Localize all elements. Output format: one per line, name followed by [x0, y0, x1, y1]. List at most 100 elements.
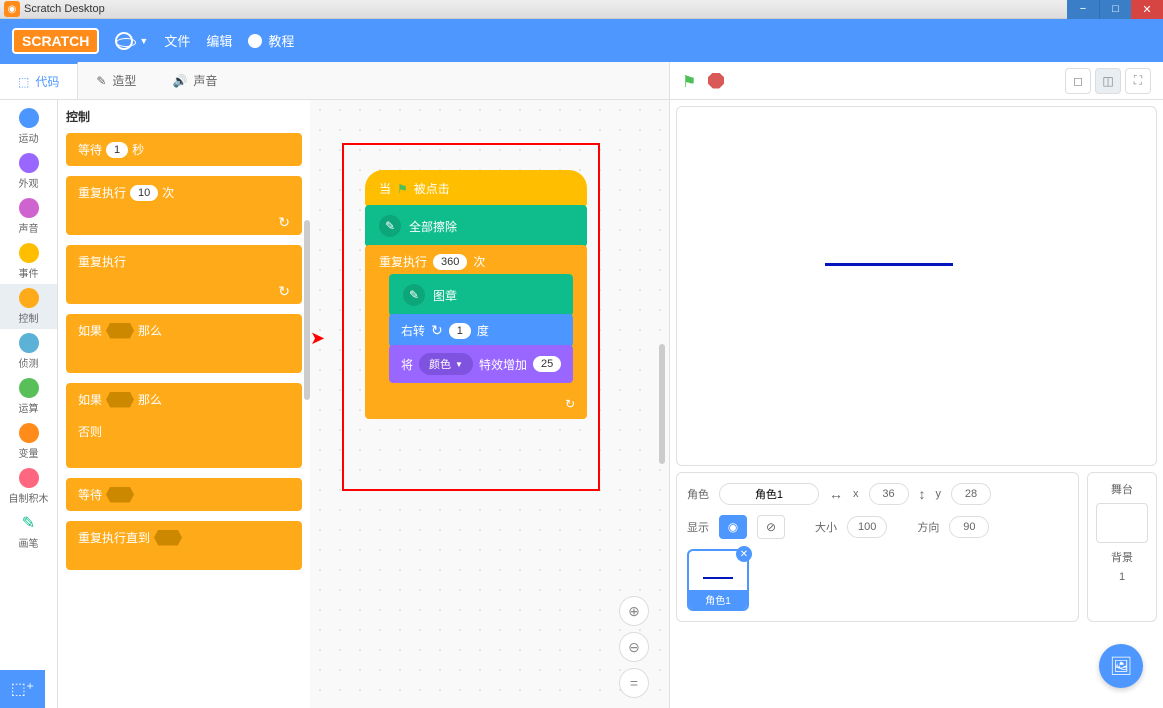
cat-variables[interactable]: 变量 — [0, 419, 57, 464]
sprite-x-input[interactable]: 36 — [869, 483, 909, 505]
script-stack[interactable]: 当 ⚑ 被点击 ✎ 全部擦除 重复执行 360 次 — [365, 170, 587, 419]
tutorials-menu[interactable]: 教程 — [248, 31, 294, 50]
window-title: Scratch Desktop — [24, 3, 105, 15]
globe-icon — [115, 32, 133, 50]
cat-control[interactable]: 控制 — [0, 284, 57, 329]
code-workspace[interactable]: ➤ 当 ⚑ 被点击 ✎ 全部擦除 重复执行 — [310, 100, 669, 708]
chevron-down-icon: ▼ — [455, 360, 463, 369]
block-waituntil[interactable]: 等待 — [66, 478, 302, 511]
block-ifelse[interactable]: 如果 那么 否则 — [66, 383, 302, 468]
menubar: SCRATCH ▼ 文件 编辑 教程 — [0, 19, 1163, 62]
code-icon: ⬚ — [18, 75, 29, 89]
block-stamp[interactable]: ✎ 图章 — [389, 274, 573, 316]
close-button[interactable]: ✕ — [1131, 0, 1163, 19]
palette-title: 控制 — [66, 108, 302, 125]
extension-icon: ⬚⁺ — [11, 679, 35, 699]
stage-fullscreen-button[interactable]: ⛶ — [1125, 68, 1151, 94]
stage-small-button[interactable]: ◻ — [1065, 68, 1091, 94]
sprite-show-button[interactable]: ◉ — [719, 515, 747, 539]
arrow-vertical-icon: ↕ — [919, 486, 926, 502]
block-change-effect[interactable]: 将 颜色 ▼ 特效增加 25 — [389, 345, 573, 383]
zoom-controls: ⊕ ⊖ = — [619, 596, 649, 698]
editor-tabs: ⬚ 代码 ✎ 造型 🔊 声音 — [0, 62, 669, 100]
cat-looks[interactable]: 外观 — [0, 149, 57, 194]
loop-arrow-icon: ↻ — [565, 397, 575, 411]
pen-icon: ✎ — [403, 284, 425, 306]
sound-icon: 🔊 — [172, 74, 187, 88]
green-flag-button[interactable]: ⚑ — [682, 72, 700, 90]
delete-sprite-button[interactable]: ✕ — [736, 546, 752, 562]
tab-sounds[interactable]: 🔊 声音 — [154, 62, 235, 99]
file-menu[interactable]: 文件 — [164, 31, 190, 50]
window-controls: − □ ✕ — [1067, 0, 1163, 19]
cat-pen[interactable]: ✎画笔 — [0, 509, 57, 554]
edit-menu[interactable]: 编辑 — [206, 31, 232, 50]
block-when-flag-clicked[interactable]: 当 ⚑ 被点击 — [365, 170, 587, 207]
annotation-arrow-icon: ➤ — [310, 328, 325, 349]
block-repeat-360[interactable]: 重复执行 360 次 ✎ 图章 右转 ↻ — [365, 245, 587, 419]
flag-icon: ⚑ — [397, 182, 408, 196]
sprite-preview — [703, 577, 733, 579]
tab-costumes[interactable]: ✎ 造型 — [78, 62, 154, 99]
sprite-size-input[interactable]: 100 — [847, 516, 887, 538]
sprites-list: ✕ 角色1 — [687, 549, 1068, 611]
titlebar: ◉ Scratch Desktop − □ ✕ — [0, 0, 1163, 19]
block-wait[interactable]: 等待 1 秒 — [66, 133, 302, 166]
stage-thumbnail[interactable] — [1096, 503, 1148, 543]
block-palette: 控制 等待 1 秒 重复执行 10 次 ↻ 重复执行 ↻ — [58, 100, 310, 708]
hex-slot[interactable] — [154, 530, 182, 546]
pen-icon: ✎ — [22, 513, 35, 533]
zoom-out-button[interactable]: ⊖ — [619, 632, 649, 662]
hex-slot[interactable] — [106, 487, 134, 503]
brush-icon: ✎ — [96, 74, 106, 88]
bulb-icon — [248, 34, 262, 48]
sprite-direction-input[interactable]: 90 — [949, 516, 989, 538]
cat-myblocks[interactable]: 自制积木 — [0, 464, 57, 509]
effect-dropdown[interactable]: 颜色 ▼ — [419, 353, 473, 375]
block-turn-right[interactable]: 右转 ↻ 1 度 — [389, 314, 573, 347]
cat-sound[interactable]: 声音 — [0, 194, 57, 239]
zoom-reset-button[interactable]: = — [619, 668, 649, 698]
arrow-horizontal-icon: ↔ — [829, 486, 843, 502]
hex-slot[interactable] — [106, 392, 134, 408]
block-erase-all[interactable]: ✎ 全部擦除 — [365, 205, 587, 247]
zoom-in-button[interactable]: ⊕ — [619, 596, 649, 626]
language-menu[interactable]: ▼ — [115, 32, 148, 50]
tab-code[interactable]: ⬚ 代码 — [0, 62, 78, 99]
scratch-logo[interactable]: SCRATCH — [12, 28, 99, 54]
add-extension-button[interactable]: ⬚⁺ — [0, 670, 45, 708]
block-categories: 运动 外观 声音 事件 控制 侦测 运算 变量 自制积木 ✎画笔 — [0, 100, 58, 708]
sprite-thumbnail[interactable]: ✕ 角色1 — [687, 549, 749, 611]
block-if[interactable]: 如果 那么 — [66, 314, 302, 373]
pen-icon: ✎ — [379, 215, 401, 237]
block-forever[interactable]: 重复执行 ↻ — [66, 245, 302, 304]
workspace-scrollbar[interactable] — [659, 344, 665, 464]
cat-sensing[interactable]: 侦测 — [0, 329, 57, 374]
stage-selector[interactable]: 舞台 背景 1 — [1087, 472, 1157, 622]
image-icon: 🖼 — [1110, 656, 1133, 677]
add-backdrop-button[interactable]: 🖼 — [1099, 644, 1143, 688]
sprite-y-input[interactable]: 28 — [951, 483, 991, 505]
sprite-on-stage[interactable] — [825, 263, 953, 266]
chevron-down-icon: ▼ — [139, 36, 148, 46]
cat-events[interactable]: 事件 — [0, 239, 57, 284]
sprite-hide-button[interactable]: ⊘ — [757, 515, 785, 539]
app-icon: ◉ — [4, 1, 20, 17]
stop-button[interactable] — [708, 73, 724, 89]
loop-arrow-icon: ↻ — [278, 214, 290, 231]
rotate-icon: ↻ — [431, 322, 443, 339]
maximize-button[interactable]: □ — [1099, 0, 1131, 19]
loop-arrow-icon: ↻ — [278, 283, 290, 300]
sprite-name-input[interactable] — [719, 483, 819, 505]
stage[interactable] — [676, 106, 1157, 466]
stage-header: ⚑ ◻ ◫ ⛶ — [670, 62, 1163, 100]
block-repeatuntil[interactable]: 重复执行直到 — [66, 521, 302, 570]
stage-large-button[interactable]: ◫ — [1095, 68, 1121, 94]
cat-motion[interactable]: 运动 — [0, 104, 57, 149]
sprite-info-panel: 角色 ↔ x 36 ↕ y 28 显示 ◉ ⊘ 大小 100 方向 90 — [676, 472, 1079, 622]
cat-operators[interactable]: 运算 — [0, 374, 57, 419]
tutorials-label: 教程 — [268, 31, 294, 50]
hex-slot[interactable] — [106, 323, 134, 339]
minimize-button[interactable]: − — [1067, 0, 1099, 19]
block-repeat[interactable]: 重复执行 10 次 ↻ — [66, 176, 302, 235]
